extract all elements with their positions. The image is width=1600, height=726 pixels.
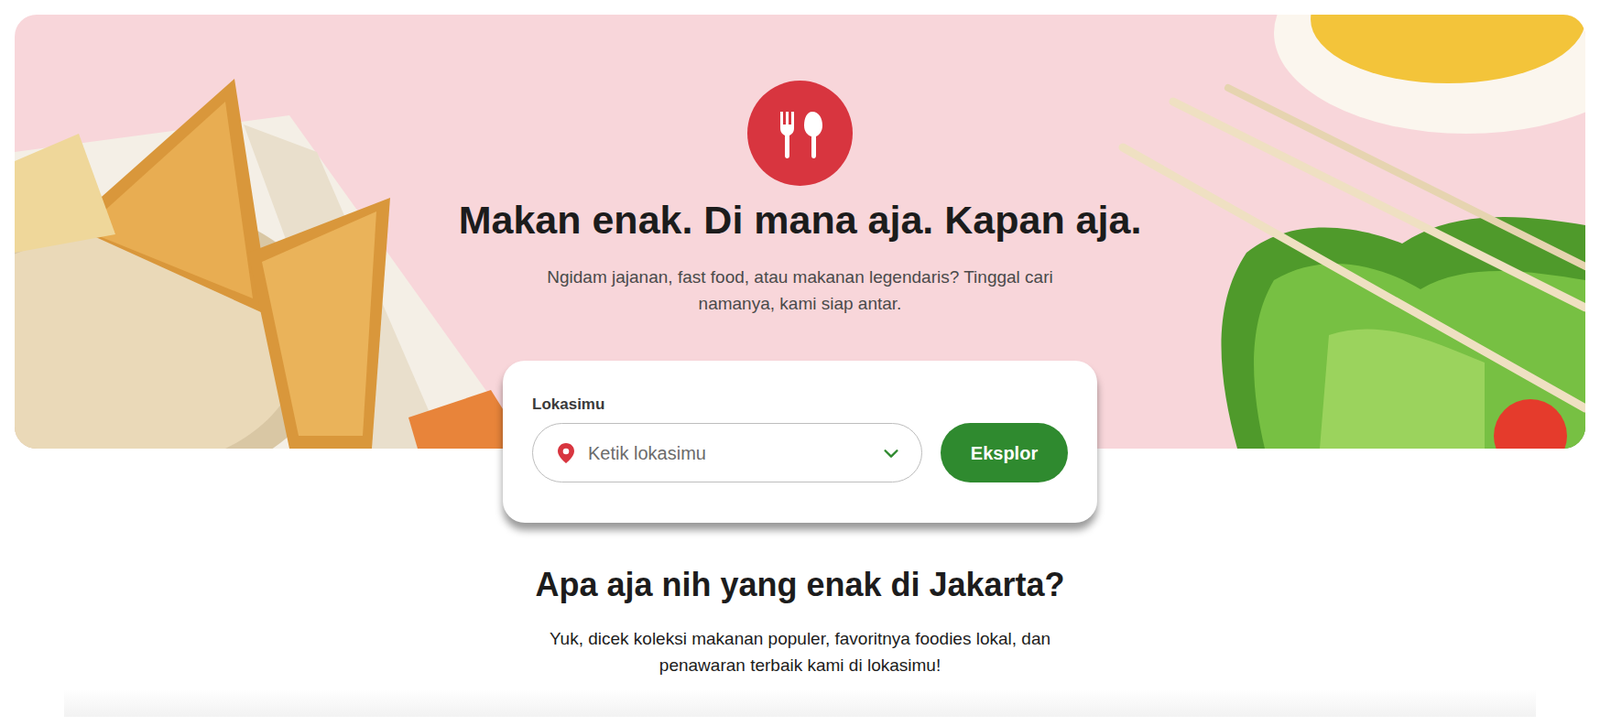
food-photo-left bbox=[14, 14, 528, 449]
chevron-down-icon[interactable] bbox=[881, 443, 902, 464]
section-title: Apa aja nih yang enak di Jakarta? bbox=[534, 565, 1065, 606]
location-label: Lokasimu bbox=[532, 393, 1068, 416]
section-subtitle: Yuk, dicek koleksi makanan populer, favo… bbox=[507, 625, 1094, 679]
content-strip bbox=[64, 689, 1536, 718]
explore-button[interactable]: Eksplor bbox=[940, 423, 1068, 483]
location-input[interactable] bbox=[587, 439, 871, 468]
gofood-logo-icon bbox=[747, 80, 853, 186]
location-pin-icon bbox=[555, 441, 577, 466]
section-header: Apa aja nih yang enak di Jakarta? Yuk, d… bbox=[0, 565, 1600, 679]
hero-title: Makan enak. Di mana aja. Kapan aja. bbox=[458, 195, 1143, 244]
hero-subtitle: Ngidam jajanan, fast food, atau makanan … bbox=[507, 263, 1094, 317]
location-field[interactable] bbox=[532, 423, 923, 483]
location-card: Lokasimu Eksplor bbox=[502, 360, 1098, 523]
